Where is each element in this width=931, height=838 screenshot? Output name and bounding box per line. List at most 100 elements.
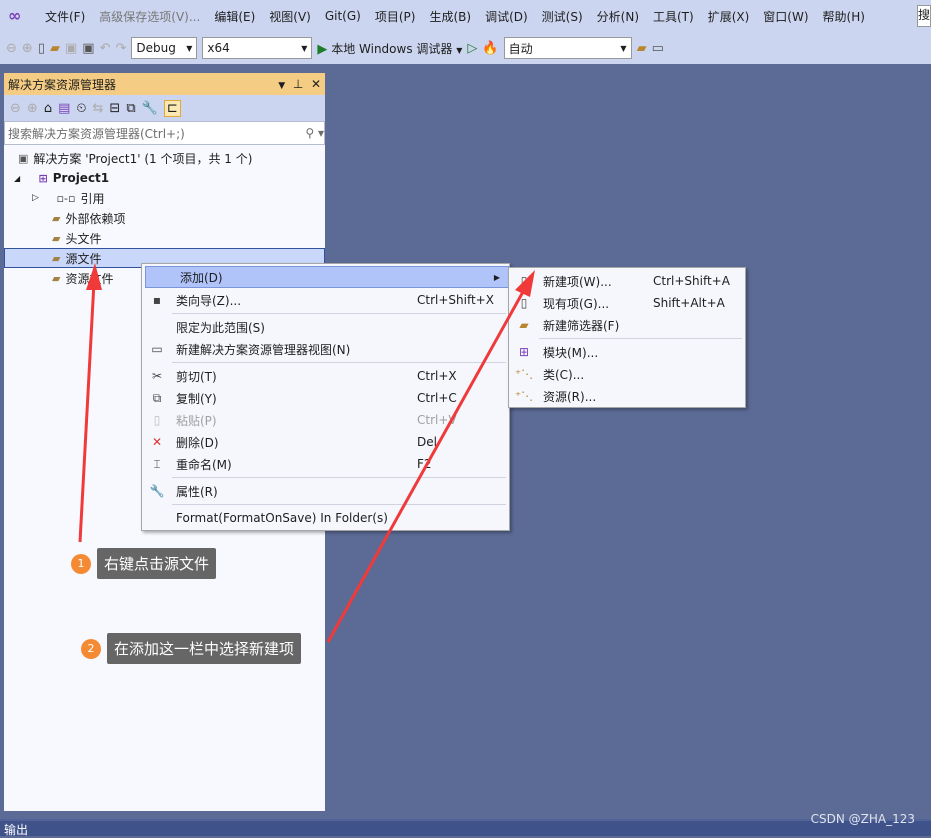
hot-reload-icon[interactable]: 🔥 bbox=[482, 41, 498, 56]
item-label: 新建筛选器(F) bbox=[543, 318, 620, 333]
forward-icon[interactable]: ⊕ bbox=[27, 101, 38, 116]
forward-icon[interactable]: ⊕ bbox=[22, 41, 33, 56]
preview-selected-icon[interactable]: ⊏ bbox=[163, 99, 181, 117]
tree-item-solution[interactable]: ▣ 解决方案 'Project1' (1 个项目，共 1 个) bbox=[18, 148, 252, 168]
expanded-arrow-icon[interactable]: ◢ bbox=[14, 174, 20, 183]
menu-edit[interactable]: 编辑(E) bbox=[207, 8, 262, 25]
item-label: 类向导(Z)... bbox=[176, 293, 242, 308]
properties-wrench-icon[interactable]: 🔧 bbox=[142, 101, 158, 116]
pending-changes-icon[interactable]: ⏲ bbox=[76, 101, 86, 116]
search-box[interactable]: 搜 bbox=[917, 5, 931, 27]
rename-icon: ⌶ bbox=[153, 456, 161, 471]
tree-item-external-deps[interactable]: ▰ 外部依赖项 bbox=[52, 208, 125, 228]
menu-extensions[interactable]: 扩展(X) bbox=[701, 8, 757, 25]
save-icon[interactable]: ▣ bbox=[65, 41, 77, 56]
collapse-all-icon[interactable]: ⊟ bbox=[109, 101, 120, 116]
menu-file[interactable]: 文件(F) bbox=[38, 8, 92, 25]
tree-label: 资源文件 bbox=[65, 271, 114, 286]
menu-item-add[interactable]: 添加(D) ▶ bbox=[145, 266, 509, 288]
submenu-arrow-icon: ▶ bbox=[493, 272, 500, 282]
item-shortcut: Ctrl+C bbox=[417, 391, 457, 405]
step-badge: 2 bbox=[81, 638, 101, 659]
show-all-files-icon[interactable]: ⧉ bbox=[126, 101, 135, 116]
output-tab[interactable]: 输出 bbox=[0, 819, 931, 837]
find-in-files-icon[interactable]: ▰ bbox=[637, 41, 647, 56]
configuration-select[interactable]: Debug ▼ bbox=[131, 37, 198, 59]
submenu-item-new-item[interactable]: ▯ 新建项(W)... Ctrl+Shift+A bbox=[509, 270, 745, 292]
submenu-item-resource[interactable]: ⁺⋱ 资源(R)... bbox=[509, 385, 745, 407]
delete-icon: ✕ bbox=[151, 435, 163, 449]
paste-icon: ▯ bbox=[153, 413, 161, 427]
item-label: Format(FormatOnSave) In Folder(s) bbox=[176, 511, 388, 525]
watermark: CSDN @ZHA_123 bbox=[810, 812, 915, 826]
pin-icon[interactable]: ⊥ bbox=[293, 77, 303, 91]
menu-advanced-save[interactable]: 高级保存选项(V)... bbox=[92, 8, 207, 25]
new-project-icon[interactable]: ▯ bbox=[38, 41, 45, 56]
dropdown-icon[interactable]: ▼ bbox=[278, 81, 285, 91]
sync-icon[interactable]: ⇆ bbox=[93, 101, 104, 116]
menu-item-cut[interactable]: ✂ 剪切(T) Ctrl+X bbox=[142, 365, 509, 387]
save-all-icon[interactable]: ▣ bbox=[82, 41, 94, 56]
menu-item-copy[interactable]: ⧉ 复制(Y) Ctrl+C bbox=[142, 387, 509, 409]
item-label: 限定为此范围(S) bbox=[176, 320, 265, 335]
tree-item-header-files[interactable]: ▰ 头文件 bbox=[52, 228, 101, 248]
search-input[interactable]: 搜索解决方案资源管理器(Ctrl+;) ⚲ ▾ bbox=[4, 121, 325, 145]
start-without-debugging-icon[interactable]: ▷ bbox=[467, 41, 477, 56]
new-filter-icon: ▰ bbox=[519, 318, 529, 332]
menu-item-rename[interactable]: ⌶ 重命名(M) F2 bbox=[142, 453, 509, 475]
tree-label: Project1 bbox=[52, 171, 110, 185]
submenu-item-class[interactable]: ⁺⋱ 类(C)... bbox=[509, 363, 745, 385]
window-layout-icon[interactable]: ▭ bbox=[652, 41, 664, 56]
undo-icon[interactable]: ↶ bbox=[100, 41, 111, 56]
close-icon[interactable]: ✕ bbox=[311, 77, 321, 91]
menu-project[interactable]: 项目(P) bbox=[368, 8, 423, 25]
menu-item-scope[interactable]: 限定为此范围(S) bbox=[142, 316, 509, 338]
separator bbox=[172, 313, 506, 314]
target-value: 自动 bbox=[508, 41, 533, 56]
start-debugging-button[interactable]: ▶ 本地 Windows 调试器 ▼ bbox=[317, 40, 462, 57]
redo-icon[interactable]: ↷ bbox=[115, 41, 126, 56]
menu-debug[interactable]: 调试(D) bbox=[478, 8, 535, 25]
menu-item-class-wizard[interactable]: ▪ 类向导(Z)... Ctrl+Shift+X bbox=[142, 289, 509, 311]
search-placeholder: 搜索解决方案资源管理器(Ctrl+;) bbox=[8, 126, 185, 141]
add-submenu: ▯ 新建项(W)... Ctrl+Shift+A ▯ 现有项(G)... Shift+A… bbox=[508, 267, 746, 408]
submenu-item-new-filter[interactable]: ▰ 新建筛选器(F) bbox=[509, 314, 745, 336]
tree-label: 引用 bbox=[80, 191, 105, 206]
tree-label: 头文件 bbox=[65, 231, 102, 246]
menu-item-delete[interactable]: ✕ 删除(D) Del bbox=[142, 431, 509, 453]
menu-build[interactable]: 生成(B) bbox=[422, 8, 478, 25]
target-select[interactable]: 自动 ▼ bbox=[503, 37, 632, 59]
platform-select[interactable]: x64 ▼ bbox=[202, 37, 313, 59]
open-folder-icon[interactable]: ▰ bbox=[50, 41, 60, 56]
collapsed-arrow-icon[interactable]: ▷ bbox=[32, 193, 39, 203]
tree-item-project[interactable]: ◢ ⊞ Project1 bbox=[14, 168, 109, 188]
back-icon[interactable]: ⊖ bbox=[6, 41, 17, 56]
menu-view[interactable]: 视图(V) bbox=[262, 8, 318, 25]
step-badge: 1 bbox=[71, 553, 91, 574]
switch-views-icon[interactable]: ▤ bbox=[58, 101, 70, 116]
configuration-value: Debug bbox=[136, 41, 176, 55]
submenu-item-existing-item[interactable]: ▯ 现有项(G)... Shift+Alt+A bbox=[509, 292, 745, 314]
output-label: 输出 bbox=[4, 823, 29, 837]
menu-help[interactable]: 帮助(H) bbox=[816, 8, 872, 25]
item-label: 复制(Y) bbox=[176, 391, 217, 406]
menu-test[interactable]: 测试(S) bbox=[535, 8, 590, 25]
module-icon: ⊞ bbox=[518, 345, 530, 359]
menu-item-format-on-save[interactable]: Format(FormatOnSave) In Folder(s) bbox=[142, 507, 509, 529]
class-wizard-icon: ▪ bbox=[152, 293, 162, 307]
tree-item-references[interactable]: ▷ ▫-▫ 引用 bbox=[32, 188, 104, 208]
back-icon[interactable]: ⊖ bbox=[10, 101, 21, 116]
search-icon[interactable]: ⚲ ▾ bbox=[305, 126, 324, 140]
home-icon[interactable]: ⌂ bbox=[44, 101, 52, 116]
menu-tools[interactable]: 工具(T) bbox=[646, 8, 701, 25]
item-label: 删除(D) bbox=[176, 435, 219, 450]
menu-item-properties[interactable]: 🔧 属性(R) bbox=[142, 480, 509, 502]
submenu-item-module[interactable]: ⊞ 模块(M)... bbox=[509, 341, 745, 363]
tree-item-resource-files[interactable]: ▰ 资源文件 bbox=[52, 268, 113, 288]
tree-label: 解决方案 'Project1' (1 个项目，共 1 个) bbox=[33, 151, 253, 166]
menu-analyze[interactable]: 分析(N) bbox=[590, 8, 646, 25]
menu-window[interactable]: 窗口(W) bbox=[756, 8, 815, 25]
existing-item-icon: ▯ bbox=[520, 296, 528, 310]
menu-item-new-view[interactable]: ▭ 新建解决方案资源管理器视图(N) bbox=[142, 338, 509, 360]
menu-git[interactable]: Git(G) bbox=[318, 9, 368, 23]
